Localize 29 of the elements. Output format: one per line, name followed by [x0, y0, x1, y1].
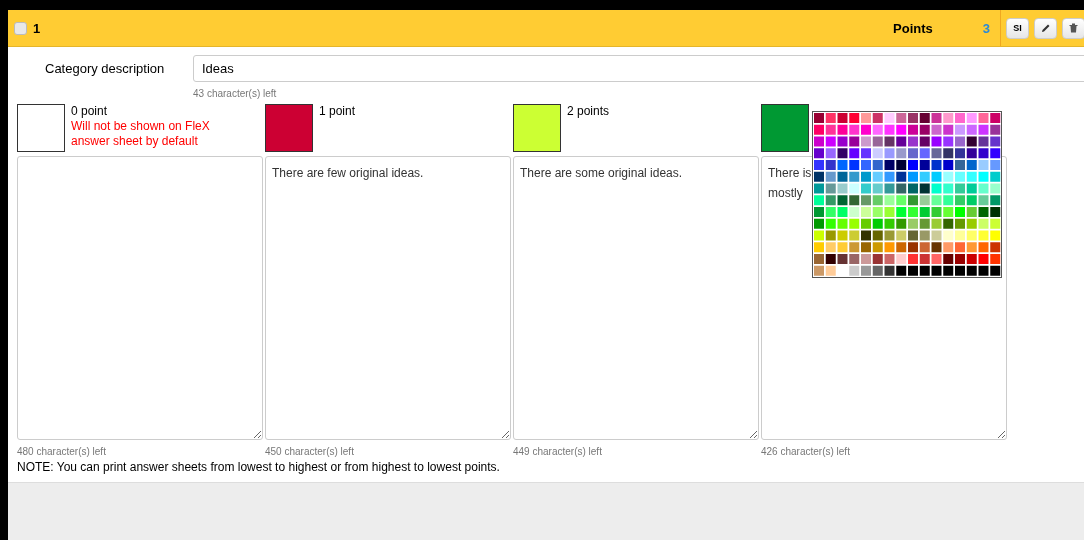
level-label: 2 points: [567, 104, 610, 119]
row-number: 1: [33, 20, 41, 36]
category-input[interactable]: Ideas: [193, 55, 1084, 82]
level-label: 0 point: [71, 104, 109, 119]
characters-left: 450 character(s) left: [265, 446, 355, 457]
characters-left: 480 character(s) left: [17, 446, 107, 457]
points-count: 3: [982, 20, 990, 36]
delete-button[interactable]: [1062, 17, 1084, 39]
edit-button[interactable]: [1034, 17, 1057, 39]
row-checkbox[interactable]: [14, 21, 27, 35]
characters-left: 426 character(s) left: [761, 446, 851, 457]
description-field[interactable]: There are some original ideas.: [513, 156, 759, 440]
color-swatch[interactable]: [513, 104, 561, 152]
warning-text: Will not be shown on FleX answer sheet by default: [71, 119, 211, 149]
trash-icon: [1069, 23, 1078, 33]
description-field[interactable]: There are few original ideas.: [265, 156, 511, 440]
category-label: Category description: [45, 61, 166, 78]
color-swatch[interactable]: [761, 104, 809, 152]
si-button[interactable]: SI: [1006, 17, 1029, 39]
color-palette[interactable]: [812, 111, 1002, 278]
characters-left: 449 character(s) left: [513, 446, 603, 457]
characters-left: 43 character(s) left: [193, 88, 278, 99]
pencil-icon: [1040, 23, 1051, 33]
points-label: Points: [893, 20, 933, 36]
description-field[interactable]: [17, 156, 263, 440]
color-swatch[interactable]: [17, 104, 65, 152]
level-label: 1 point: [319, 104, 356, 119]
color-swatch[interactable]: [265, 104, 313, 152]
note-text: NOTE: You can print answer sheets from lowest to highest or from highest to lowest points.: [17, 460, 501, 474]
